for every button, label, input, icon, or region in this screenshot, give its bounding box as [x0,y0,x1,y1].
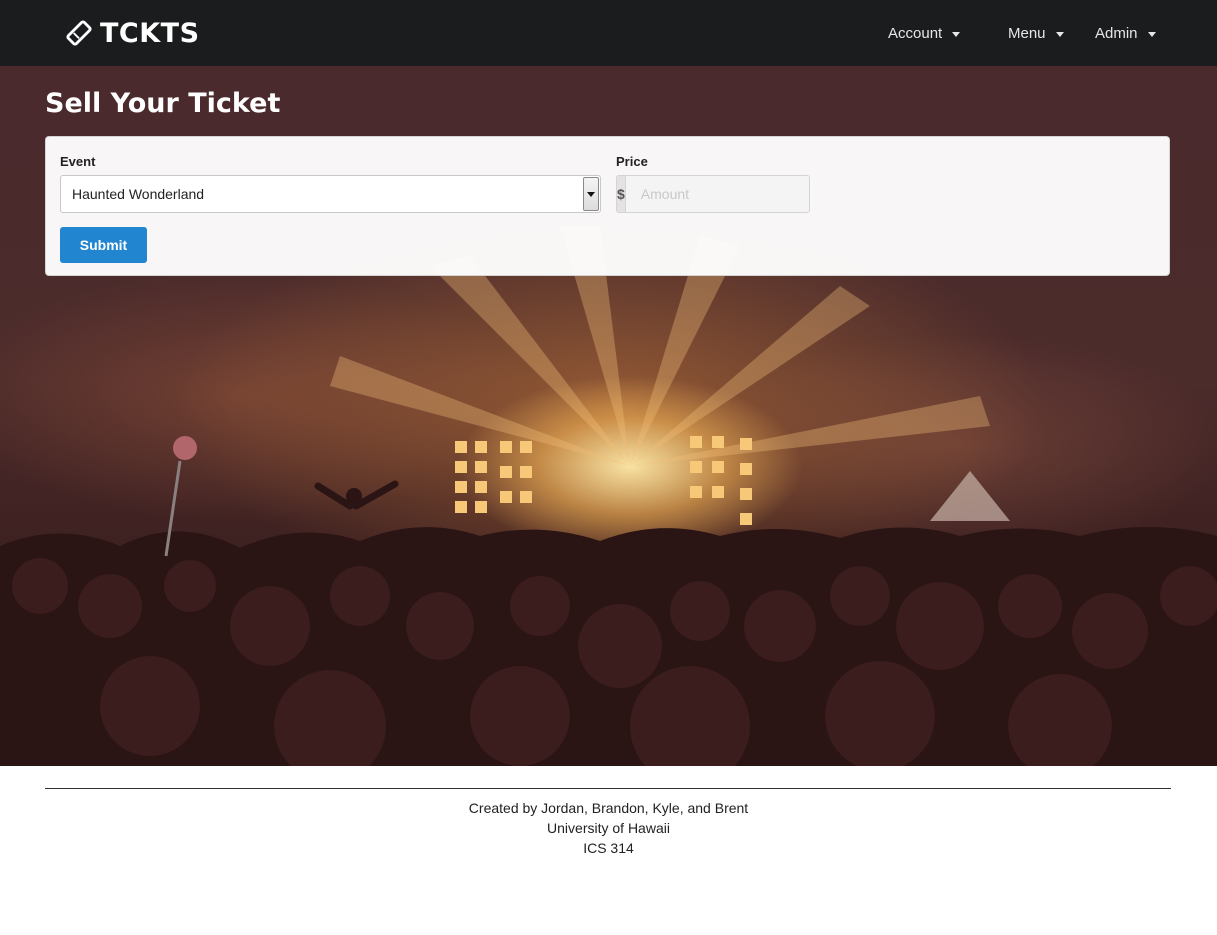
page-title: Sell Your Ticket [45,88,281,119]
footer: Created by Jordan, Brandon, Kyle, and Br… [0,798,1217,858]
event-select-value: Haunted Wonderland [72,186,205,202]
footer-divider [45,788,1171,789]
event-select[interactable]: Haunted Wonderland [60,175,601,213]
hero-background: Sell Your Ticket Event Haunted Wonderlan… [0,66,1217,766]
event-label: Event [60,154,96,169]
caret-down-icon [1055,31,1064,37]
nav-account-label: Account [888,24,943,42]
caret-down-icon [1147,31,1156,37]
footer-course: ICS 314 [583,840,634,856]
brand-name: TCKTS [100,17,200,49]
ticket-icon [66,20,92,46]
price-input-group: $ [616,175,810,213]
brand-logo[interactable]: TCKTS [64,16,200,50]
price-label: Price [616,154,648,169]
nav-account-dropdown[interactable]: Account [888,0,961,66]
caret-down-icon [952,31,961,37]
nav-admin-label: Admin [1095,24,1138,42]
submit-button[interactable]: Submit [60,227,147,263]
dropdown-arrow-icon[interactable] [583,177,599,211]
footer-credits: Created by Jordan, Brandon, Kyle, and Br… [468,800,749,816]
dollar-sign-addon: $ [617,176,626,212]
price-amount-input[interactable] [625,176,809,212]
top-navbar: TCKTS Account Menu Admin [0,0,1217,66]
sell-ticket-form: Event Haunted Wonderland Price $ Submit [45,136,1170,276]
footer-university: University of Hawaii [547,820,670,836]
nav-admin-dropdown[interactable]: Admin [1095,0,1156,66]
nav-menu-label: Menu [1008,24,1046,42]
nav-menu-dropdown[interactable]: Menu [1008,0,1064,66]
